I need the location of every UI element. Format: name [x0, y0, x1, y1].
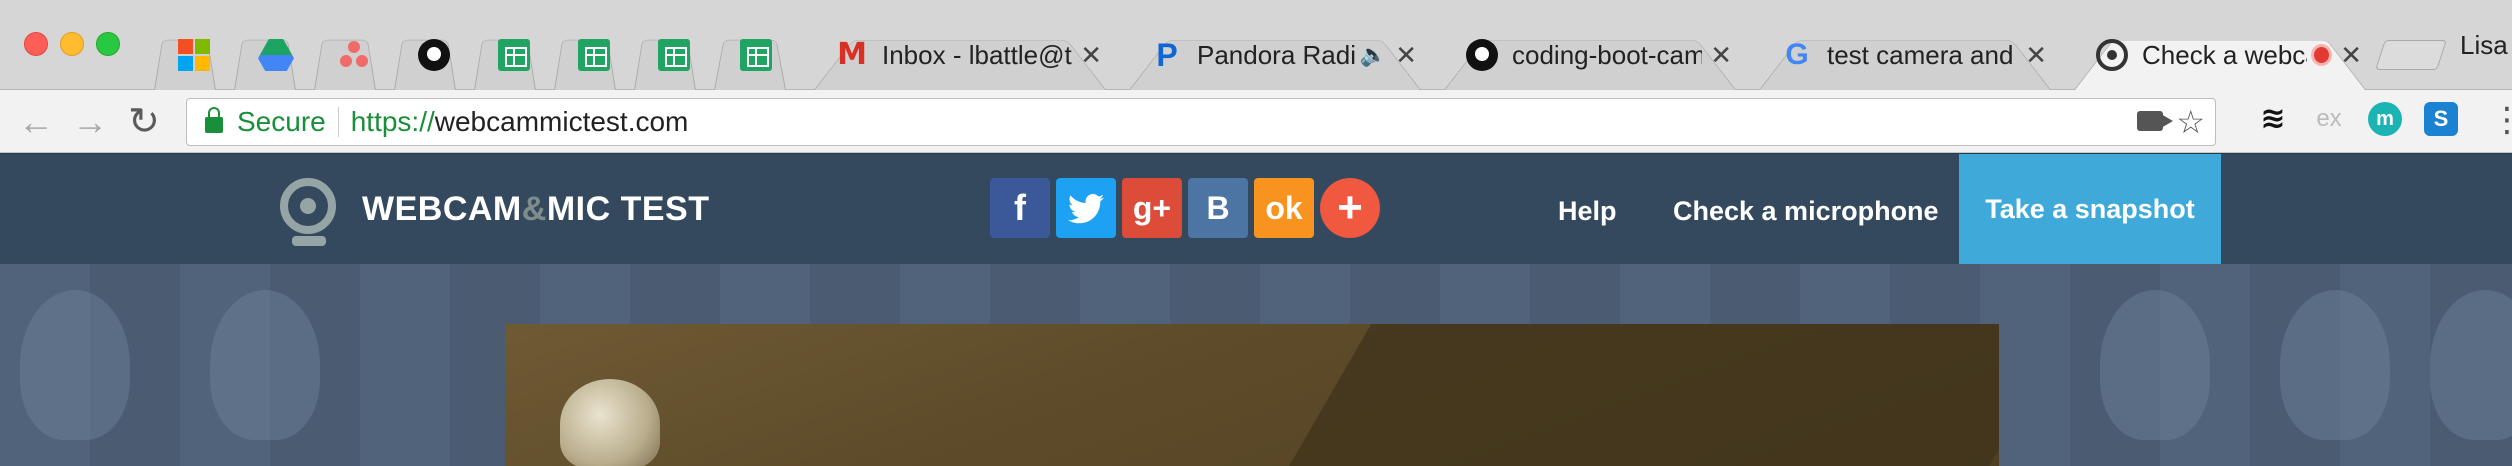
take-snapshot-button[interactable]: Take a snapshot [1959, 154, 2221, 264]
tab-title: Check a webca [2142, 39, 2308, 70]
bookmark-star-icon[interactable]: ☆ [2176, 103, 2205, 141]
close-icon[interactable]: ✕ [1395, 40, 1417, 71]
tab-sheets-2[interactable] [540, 20, 630, 90]
asana-icon [338, 39, 370, 71]
tab-google-drive[interactable] [220, 20, 310, 90]
back-button[interactable]: ← [18, 102, 54, 142]
tab-google-search[interactable]: G test camera and m ✕ [1745, 20, 2065, 90]
browser-toolbar: ← → ↻ Secure https:// webcammictest.com … [0, 90, 2512, 153]
github-icon [1466, 39, 1498, 71]
s-icon[interactable]: S [2424, 102, 2458, 136]
person-in-video [560, 379, 660, 466]
minimize-window-button[interactable] [60, 32, 84, 56]
close-icon[interactable]: ✕ [2025, 40, 2047, 71]
tab-title: test camera and m [1827, 39, 2017, 70]
vk-share-button[interactable]: B [1188, 178, 1248, 238]
camera-in-use-icon[interactable] [2137, 111, 2173, 131]
buffer-icon[interactable]: ≋ [2256, 102, 2290, 136]
tab-check-webcam[interactable]: Check a webca ✕ [2060, 20, 2380, 90]
tab-sheets-4[interactable] [700, 20, 800, 90]
webcam-video-feed [505, 324, 1999, 466]
maximize-window-button[interactable] [96, 32, 120, 56]
tab-pandora[interactable]: P Pandora Radio 🔈 ✕ [1115, 20, 1435, 90]
speaker-icon[interactable]: 🔈 [1360, 42, 1387, 68]
webcam-icon [2096, 39, 2128, 71]
background-face [2280, 290, 2390, 440]
secure-label: Secure [237, 106, 326, 137]
url-scheme: https:// [350, 106, 435, 137]
twitter-share-button[interactable] [1056, 178, 1116, 238]
google-sheets-icon [658, 39, 690, 71]
site-logo-text[interactable]: WEBCAM&MIC TEST [362, 190, 710, 229]
reload-button[interactable]: ↻ [128, 102, 160, 142]
google-icon: G [1785, 38, 1809, 71]
more-share-button[interactable]: + [1320, 178, 1380, 238]
tab-title: coding-boot-camp [1512, 39, 1703, 70]
close-icon[interactable]: ✕ [1080, 40, 1102, 71]
google-plus-share-button[interactable]: g+ [1122, 178, 1182, 238]
google-sheets-icon [578, 39, 610, 71]
divider [337, 107, 339, 137]
m-icon[interactable]: m [2368, 102, 2402, 136]
nav-help-link[interactable]: Help [1558, 196, 1617, 227]
forward-button[interactable]: → [72, 102, 108, 142]
lock-icon [205, 107, 223, 133]
tab-title: Pandora Radio [1197, 39, 1356, 70]
pandora-icon: P [1156, 37, 1178, 73]
gmail-icon: M [837, 37, 867, 72]
profile-name[interactable]: Lisa [2460, 30, 2508, 61]
odnoklassniki-share-button[interactable]: ok [1254, 178, 1314, 238]
google-sheets-icon [498, 39, 530, 71]
browser-menu-icon[interactable]: ⋮ [2490, 100, 2512, 140]
webcam-logo-icon[interactable] [280, 178, 336, 234]
logo-part-1: WEBCAM [362, 190, 522, 228]
browser-tab-strip: M Inbox - lbattle@tri ✕ P Pandora Radio … [0, 0, 2512, 90]
tab-gmail[interactable]: M Inbox - lbattle@tri ✕ [800, 20, 1120, 90]
logo-part-2: MIC TEST [546, 190, 710, 228]
close-icon[interactable]: ✕ [2340, 40, 2362, 71]
google-drive-icon [258, 39, 294, 71]
ex-icon[interactable]: ex [2312, 102, 2346, 136]
microsoft-icon [178, 39, 210, 71]
background-face [2100, 290, 2210, 440]
facebook-share-button[interactable]: f [990, 178, 1050, 238]
tab-coding-boot-camp[interactable]: coding-boot-camp ✕ [1430, 20, 1750, 90]
tab-microsoft[interactable] [140, 20, 230, 90]
logo-ampersand: & [521, 190, 547, 228]
tab-github[interactable] [380, 20, 470, 90]
background-face [210, 290, 320, 440]
background-face [20, 290, 130, 440]
github-icon [418, 39, 450, 71]
address-bar[interactable]: Secure https:// webcammictest.com ☆ [186, 98, 2216, 146]
nav-check-microphone-link[interactable]: Check a microphone [1673, 196, 1939, 227]
webcam-logo-stand [292, 236, 326, 246]
site-header: WEBCAM&MIC TEST f g+ B ok + Help Check a… [0, 154, 2512, 264]
google-sheets-icon [740, 39, 772, 71]
tab-sheets-1[interactable] [460, 20, 550, 90]
close-window-button[interactable] [24, 32, 48, 56]
url-host: webcammictest.com [434, 106, 689, 137]
tab-title: Inbox - lbattle@tri [882, 39, 1073, 70]
close-icon[interactable]: ✕ [1710, 40, 1732, 71]
tab-asana[interactable] [300, 20, 390, 90]
twitter-bird-icon [1068, 194, 1104, 224]
recording-icon [2311, 44, 2333, 66]
tab-sheets-3[interactable] [620, 20, 710, 90]
new-tab-button[interactable] [2375, 40, 2447, 70]
